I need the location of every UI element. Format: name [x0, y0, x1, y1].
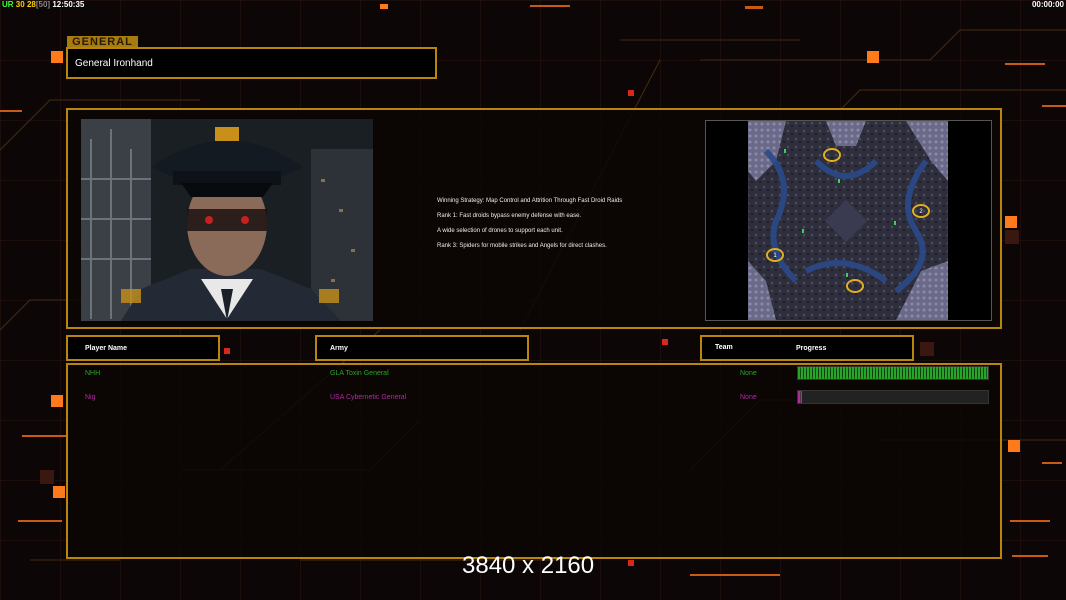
strategy-line: Rank 3: Spiders for mobile strikes and A…: [437, 243, 607, 249]
player-team: None: [740, 370, 757, 377]
general-name: General Ironhand: [75, 58, 153, 69]
general-name-box: General Ironhand: [66, 47, 437, 79]
hud-ur-label: UR: [2, 0, 14, 9]
header-army: Army: [315, 335, 529, 361]
header-progress-label: Progress: [796, 345, 827, 352]
map-preview[interactable]: 2 1: [705, 120, 992, 321]
header-team-label: Team: [715, 344, 733, 351]
general-info-panel: Winning Strategy: Map Control and Attrit…: [66, 108, 1002, 329]
hud-value2: 28: [26, 0, 36, 9]
player-army: USA Cybernetic General: [330, 394, 407, 401]
player-army: GLA Toxin General: [330, 370, 389, 377]
player-name: Nig: [85, 394, 96, 401]
header-player-name: Player Name: [66, 335, 220, 361]
strategy-line: A wide selection of drones to support ea…: [437, 228, 563, 234]
player-progress-fill: [798, 391, 802, 403]
strategy-description: Winning Strategy: Map Control and Attrit…: [437, 194, 622, 254]
player-progress-bar: [797, 390, 989, 404]
hud-value3: [50]: [35, 0, 51, 9]
resolution-label: 3840 x 2160: [462, 552, 595, 579]
hud-clock: 12:50:35: [52, 0, 85, 9]
player-progress-fill: [798, 367, 988, 379]
player-team: None: [740, 394, 757, 401]
hud-status: UR 30 28[50] 12:50:35: [2, 0, 84, 10]
general-portrait: [81, 119, 373, 321]
strategy-line: Rank 1: Fast droids bypass enemy defense…: [437, 213, 582, 219]
header-player-name-label: Player Name: [85, 345, 128, 352]
header-team-progress: Team Progress: [700, 335, 914, 361]
hud-fps: 30: [15, 0, 25, 9]
player-progress-bar: [797, 366, 989, 380]
players-list: NHH GLA Toxin General None Nig USA Cyber…: [66, 363, 1002, 559]
header-army-label: Army: [330, 345, 348, 352]
hud-timer: 00:00:00: [1031, 0, 1064, 9]
player-name: NHH: [85, 370, 101, 377]
strategy-line: Winning Strategy: Map Control and Attrit…: [437, 198, 623, 204]
